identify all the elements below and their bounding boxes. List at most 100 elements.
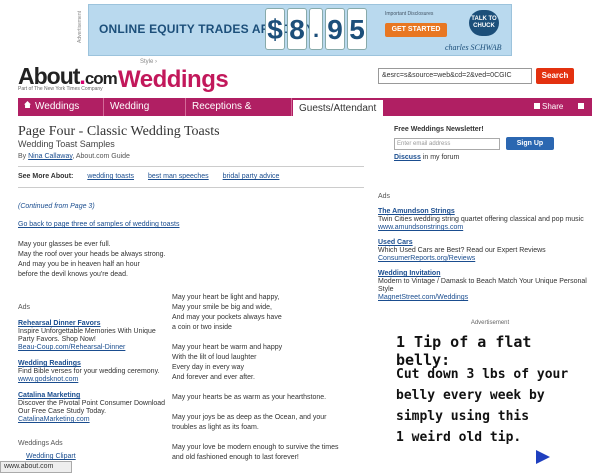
talk-to-chuck-badge: TALK TO CHUCK	[469, 10, 499, 36]
go-back-link[interactable]: Go back to page three of samples of wedd…	[18, 221, 180, 228]
price-digit: 5	[347, 8, 367, 50]
ad-desc: Which Used Cars are Best? Read our Exper…	[378, 247, 546, 254]
search-button[interactable]: Search	[536, 68, 574, 84]
ad-item[interactable]: Wedding Readings Find Bible verses for y…	[18, 360, 168, 384]
ad-url[interactable]: CatalinaMarketing.com	[18, 416, 168, 424]
ad-title[interactable]: Rehearsal Dinner Favors	[18, 320, 168, 328]
ad-url[interactable]: MagnetStreet.com/Weddings	[378, 294, 590, 302]
ad-desc: Twin Cities wedding string quartet offer…	[378, 216, 584, 223]
home-icon	[24, 101, 31, 108]
ad-title[interactable]: Wedding Readings	[18, 360, 168, 368]
poem-line: May your heart be light and happy,	[172, 294, 280, 301]
top-banner-ad[interactable]: Advertisement ONLINE EQUITY TRADES ARE O…	[77, 4, 512, 56]
poem-line: May your love be modern enough to surviv…	[172, 444, 339, 451]
page-title: Page Four - Classic Wedding Toasts	[18, 124, 220, 139]
schwab-logo: charles SCHWAB	[445, 43, 502, 52]
sign-up-button[interactable]: Sign Up	[506, 137, 554, 150]
ad-desc: Inspire Unforgettable Memories With Uniq…	[18, 328, 156, 343]
see-more-bar: See More About: wedding toasts best man …	[18, 173, 291, 180]
ad-item[interactable]: Used Cars Which Used Cars are Best? Read…	[378, 239, 590, 263]
arrow-right-icon	[536, 450, 550, 464]
main-nav: Weddings Wedding Planning Receptions & P…	[18, 98, 592, 130]
banner-get-started-button[interactable]: GET STARTED	[385, 23, 447, 37]
ad-line: simply using this	[396, 409, 530, 424]
newsletter-box: Free Weddings Newsletter! Enter email ad…	[386, 120, 588, 172]
price-digit: $	[265, 8, 285, 50]
poem-line: Every day in every way	[172, 364, 244, 371]
wedding-clipart-link[interactable]: Wedding Clipart	[26, 453, 76, 460]
ad-item[interactable]: Rehearsal Dinner Favors Inspire Unforget…	[18, 320, 168, 352]
discuss-line: Discuss in my forum	[394, 154, 459, 161]
newsletter-email-input[interactable]: Enter email address	[394, 138, 500, 150]
ad-item[interactable]: The Amundson Strings Twin Cities wedding…	[378, 208, 590, 232]
ad-desc: Find Bible verses for your wedding cerem…	[18, 368, 160, 375]
ad-url[interactable]: Beau-Coup.com/Rehearsal-Dinner	[18, 344, 168, 352]
banner-price: $ 8 . 9 5	[265, 8, 367, 50]
byline-prefix: By	[18, 153, 27, 160]
price-digit: .	[309, 8, 323, 50]
section-title[interactable]: Weddings	[118, 66, 229, 94]
toast-block: May your glasses be ever full. May the r…	[18, 240, 165, 280]
ads-label: Ads	[18, 304, 31, 311]
ad-title[interactable]: Catalina Marketing	[18, 392, 168, 400]
page-subtitle: Wedding Toast Samples	[18, 139, 115, 149]
price-digit: 8	[287, 8, 307, 50]
author-link[interactable]: Nina Callaway	[28, 153, 72, 160]
poem-stanza: May your heart be light and happy, May y…	[172, 293, 368, 333]
ad-body: Cut down 3 lbs of your belly every week …	[396, 364, 588, 448]
divider	[18, 166, 364, 167]
discuss-link[interactable]: Discuss	[394, 154, 421, 161]
ad-title[interactable]: The Amundson Strings	[378, 208, 590, 216]
poem-line: a coin or two inside	[172, 324, 232, 331]
poem-stanza: May your joys be as deep as the Ocean, a…	[172, 413, 368, 433]
see-more-link[interactable]: best man speeches	[148, 173, 209, 180]
ad-url[interactable]: www.godsknot.com	[18, 376, 168, 384]
ad-item[interactable]: Wedding Invitation Modern to Vintage / D…	[378, 270, 590, 302]
printer-icon	[578, 103, 584, 109]
toast-line: May the roof over your heads be always s…	[18, 251, 166, 258]
ad-url[interactable]: ConsumerReports.org/Reviews	[378, 255, 590, 263]
status-bar: www.about.com	[0, 461, 72, 473]
banner-disclosures-link[interactable]: Important Disclosures	[385, 11, 433, 17]
tab-label: Guests/Attendant	[299, 103, 377, 114]
toast-line: May your glasses be ever full.	[18, 241, 111, 248]
tab-label: Weddings	[35, 101, 80, 112]
print-button[interactable]	[578, 98, 586, 116]
ad-item[interactable]: Catalina Marketing Discover the Pivotal …	[18, 392, 168, 424]
tab-receptions-parties[interactable]: Receptions & Parties	[186, 98, 292, 130]
see-more-link[interactable]: bridal party advice	[223, 173, 280, 180]
right-ads: Ads The Amundson Strings Twin Cities wed…	[378, 193, 590, 309]
poem-line: And forever and ever after.	[172, 374, 255, 381]
poem-stanza: May your heart be warm and happy With th…	[172, 343, 368, 383]
continued-note: (Continued from Page 3)	[18, 203, 95, 210]
tab-guests-attendant[interactable]: Guests/Attendant	[292, 99, 384, 116]
ad-line: 1 weird old tip.	[396, 430, 522, 445]
banner-ad-label: Advertisement	[77, 11, 83, 43]
advertisement-label: Advertisement	[470, 320, 510, 326]
poem-line: May your heart be warm and happy	[172, 344, 283, 351]
tab-wedding-planning[interactable]: Wedding Planning	[104, 98, 186, 130]
toast-poem: May your heart be light and happy, May y…	[172, 293, 368, 473]
ad-title[interactable]: Wedding Invitation	[378, 270, 590, 278]
share-icon	[534, 103, 540, 109]
logo-tagline: Part of The New York Times Company	[18, 86, 103, 92]
ad-desc: Modern to Vintage / Damask to Beach Matc…	[378, 278, 587, 293]
toast-line: And may you be in heaven half an hour	[18, 261, 140, 268]
toast-line: before the devil knows you're dead.	[18, 271, 128, 278]
poem-line: May your joys be as deep as the Ocean, a…	[172, 414, 327, 421]
search-input[interactable]: &esrc=s&source=web&cd=2&ved=0CGIC	[378, 68, 532, 84]
share-button[interactable]: Share	[534, 98, 563, 116]
poem-line: May your smile be big and wide,	[172, 304, 272, 311]
see-more-link[interactable]: wedding toasts	[87, 173, 134, 180]
ad-url[interactable]: www.amundsonstrings.com	[378, 224, 590, 232]
discuss-forum-text: in my forum	[420, 154, 460, 161]
poem-line: With the lilt of loud laughter	[172, 354, 257, 361]
ad-title[interactable]: Used Cars	[378, 239, 590, 247]
flat-belly-ad[interactable]: Advertisement 1 Tip of a flat belly: Cut…	[392, 320, 588, 473]
style-breadcrumb[interactable]: Style ›	[140, 59, 157, 65]
ad-desc: Discover the Pivotal Point Consumer Down…	[18, 400, 166, 415]
poem-line: and old fashioned enough to last forever…	[172, 454, 299, 461]
poem-line: And may your pockets always have	[172, 314, 282, 321]
tab-weddings[interactable]: Weddings	[18, 98, 104, 116]
poem-stanza: May your love be modern enough to surviv…	[172, 443, 368, 463]
